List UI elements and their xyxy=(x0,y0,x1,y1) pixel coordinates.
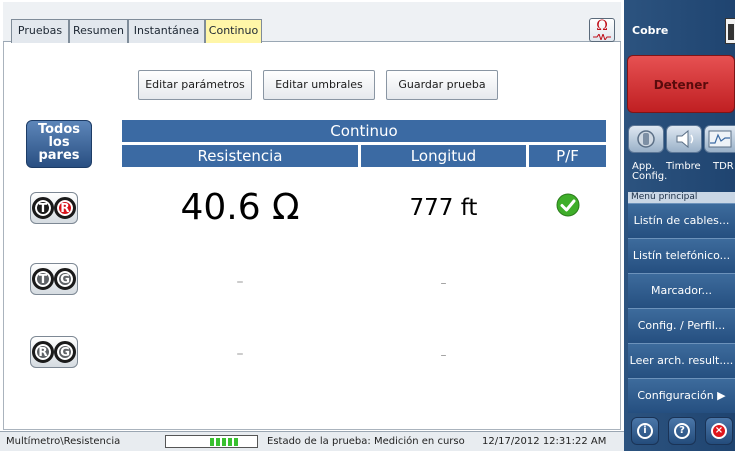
length-value: – xyxy=(440,276,447,290)
ohm-meter-icon[interactable]: Ω xyxy=(589,18,615,42)
menu-item-configuracion[interactable]: Configuración ▶ xyxy=(628,378,735,413)
config-label: Config. xyxy=(632,171,668,182)
pair-tg-button[interactable]: T G xyxy=(30,263,78,295)
ground-icon: G xyxy=(54,341,76,363)
pair-rg-button[interactable]: R G xyxy=(30,336,78,368)
progress-segment xyxy=(222,438,226,446)
todos-label-line3: pares xyxy=(38,148,80,163)
column-header-pf: P/F xyxy=(529,145,606,167)
waveform-icon xyxy=(593,34,611,40)
sidebar-title: Cobre xyxy=(632,24,669,37)
help-icon: ? xyxy=(674,423,690,439)
pair-tr-button[interactable]: T R xyxy=(30,192,78,224)
info-icon: i xyxy=(637,423,653,439)
tip-icon: T xyxy=(32,197,54,219)
help-button[interactable]: ? xyxy=(668,417,696,445)
progress-segment xyxy=(210,438,214,446)
battery-icon xyxy=(725,18,735,44)
progress-segment xyxy=(216,438,220,446)
resistance-value: 40.6 Ω xyxy=(180,187,300,228)
menu-header: Menú principal xyxy=(628,192,735,203)
menu-item-leer-resultados[interactable]: Leer arch. result.... xyxy=(628,343,735,378)
column-header-longitud: Longitud xyxy=(361,145,526,167)
detener-button[interactable]: Detener xyxy=(627,55,735,113)
editar-umbrales-button[interactable]: Editar umbrales xyxy=(263,70,375,100)
close-icon: × xyxy=(711,423,727,439)
tab-instantanea[interactable]: Instantánea xyxy=(128,19,205,43)
ground-icon: G xyxy=(54,268,76,290)
speaker-icon xyxy=(676,129,694,149)
resistance-value: – xyxy=(236,274,244,290)
length-value: – xyxy=(440,348,447,362)
ring-icon: R xyxy=(54,197,76,219)
tdr-label: TDR xyxy=(713,161,734,172)
timbre-label: Timbre xyxy=(666,161,701,172)
app-window: Pruebas Resumen Instantánea Continuo Ω E… xyxy=(0,0,735,451)
menu-item-marcador[interactable]: Marcador... xyxy=(628,273,735,308)
menu-item-listin-telefonico[interactable]: Listín telefónico... xyxy=(628,238,735,273)
ohm-symbol: Ω xyxy=(596,18,608,34)
info-button[interactable]: i xyxy=(631,417,659,445)
table-title: Continuo xyxy=(122,120,606,142)
tab-bar: Pruebas Resumen Instantánea Continuo Ω xyxy=(3,2,621,43)
tdr-waveform-icon xyxy=(708,130,732,148)
main-panel: Pruebas Resumen Instantánea Continuo Ω E… xyxy=(0,0,624,451)
sidebar: Cobre Detener App. Config. Timbre TDR Me… xyxy=(624,0,735,451)
app-config-button[interactable] xyxy=(628,125,664,153)
editar-parametros-button[interactable]: Editar parámetros xyxy=(138,70,252,100)
tab-continuo[interactable]: Continuo xyxy=(205,19,262,43)
menu-item-config-perfil[interactable]: Config. / Perfil... xyxy=(628,308,735,343)
guardar-prueba-button[interactable]: Guardar prueba xyxy=(386,70,498,100)
progress-segment xyxy=(228,438,232,446)
todos-los-pares-button[interactable]: Todos los pares xyxy=(26,120,92,168)
wrench-icon xyxy=(637,130,655,148)
tab-resumen[interactable]: Resumen xyxy=(69,19,128,43)
resistance-value: – xyxy=(236,346,244,362)
length-value: 777 ft xyxy=(409,195,478,221)
status-path: Multímetro\Resistencia xyxy=(6,436,121,447)
close-button[interactable]: × xyxy=(705,417,733,445)
app-tdr-button[interactable] xyxy=(704,125,735,153)
progress-segment xyxy=(234,438,238,446)
pass-check-icon xyxy=(556,193,580,217)
tip-icon: T xyxy=(32,268,54,290)
menu-item-listin-cables[interactable]: Listín de cables... xyxy=(628,203,735,238)
column-header-resistencia: Resistencia xyxy=(122,145,358,167)
status-timestamp: 12/17/2012 12:31:22 AM xyxy=(482,436,607,447)
ring-icon: R xyxy=(32,341,54,363)
status-estado: Estado de la prueba: Medición en curso xyxy=(267,436,465,447)
app-timbre-button[interactable] xyxy=(666,125,702,153)
tab-pruebas[interactable]: Pruebas xyxy=(11,19,69,43)
status-bar: Multímetro\Resistencia Estado de la prue… xyxy=(0,431,624,451)
progress-indicator xyxy=(165,435,258,448)
